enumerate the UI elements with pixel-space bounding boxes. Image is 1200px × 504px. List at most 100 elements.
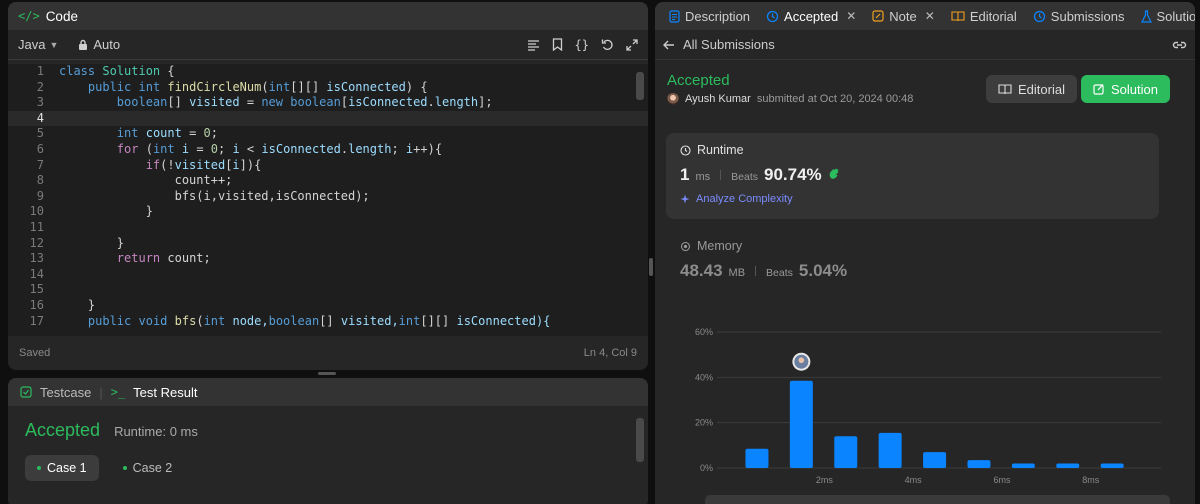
close-icon[interactable]: ✕ xyxy=(846,9,856,23)
case-tab-2[interactable]: Case 2 xyxy=(111,455,185,481)
document-icon xyxy=(669,9,680,23)
memory-value: 48.43 xyxy=(680,261,723,280)
terminal-icon: >_ xyxy=(110,385,126,399)
runtime-value: 1 xyxy=(680,165,690,184)
y-tick-label: 40% xyxy=(695,372,713,382)
close-icon[interactable]: ✕ xyxy=(925,9,935,23)
user-marker-face xyxy=(798,357,805,364)
test-panel-header: Testcase | >_ Test Result xyxy=(8,378,648,406)
code-scrollbar[interactable] xyxy=(636,72,644,100)
y-tick-label: 60% xyxy=(695,327,713,337)
clap-icon xyxy=(828,167,841,180)
chip-icon xyxy=(680,241,691,252)
chart-bar xyxy=(1056,463,1080,468)
reset-icon[interactable] xyxy=(601,38,614,52)
test-panel: Testcase | >_ Test Result Accepted Runti… xyxy=(8,378,648,504)
arrow-left-icon xyxy=(663,39,675,51)
code-line: 17 public void bfs(int node,boolean[] vi… xyxy=(29,313,551,328)
code-editor[interactable]: 1 class Solution { 2 public int findCircl… xyxy=(8,64,648,336)
code-line: 8 count++; xyxy=(36,173,233,188)
history-icon xyxy=(766,10,779,23)
tab-solutions[interactable]: Solutions xyxy=(1135,9,1195,24)
runtime-card[interactable]: Runtime 1 ms Beats 90.74% Analyze Comple… xyxy=(666,133,1159,219)
language-select[interactable]: Java ▼ xyxy=(18,37,58,52)
tab-testcase[interactable]: Testcase xyxy=(40,385,91,400)
save-status: Saved xyxy=(19,347,51,359)
sparkle-icon xyxy=(680,194,691,205)
checkbox-icon xyxy=(20,386,32,398)
auto-mode-toggle[interactable]: Auto xyxy=(78,37,120,52)
divider xyxy=(755,266,757,276)
code-line-active: 4 xyxy=(8,110,648,127)
bookmark-icon[interactable] xyxy=(552,38,563,52)
code-line: 1 class Solution { xyxy=(36,64,175,78)
braces-icon[interactable]: {} xyxy=(575,38,589,52)
horizontal-splitter[interactable] xyxy=(318,372,336,375)
memory-unit: MB xyxy=(728,267,746,279)
x-tick-label: 8ms xyxy=(1082,475,1100,485)
submission-subheader: All Submissions xyxy=(655,30,1195,60)
runtime-label: Runtime xyxy=(680,143,1145,157)
code-line: 5 int count = 0; xyxy=(36,126,218,141)
tab-accepted[interactable]: Accepted ✕ xyxy=(760,9,862,24)
back-to-submissions[interactable]: All Submissions xyxy=(663,37,775,52)
code-panel-title: Code xyxy=(45,8,78,24)
chart-bar xyxy=(967,460,991,468)
memory-card[interactable]: Memory 48.43 MB Beats 5.04% xyxy=(680,239,1160,281)
leetcode-workspace: </> Code Java ▼ Auto {} 1 class Solution… xyxy=(0,0,1200,504)
chart-range-bar[interactable] xyxy=(705,495,1170,504)
code-line: 9 bfs(i,visited,isConnected); xyxy=(36,188,370,203)
pass-dot xyxy=(122,466,127,470)
code-line: 16 } xyxy=(29,297,96,312)
pass-dot xyxy=(37,466,41,470)
runtime-beats-label: Beats xyxy=(731,171,758,183)
chart-bar xyxy=(1100,463,1124,468)
tab-description[interactable]: Description xyxy=(663,9,756,24)
tab-note[interactable]: Note ✕ xyxy=(866,9,941,24)
code-status-bar: Saved Ln 4, Col 9 xyxy=(8,336,648,370)
code-line: 15 xyxy=(29,282,44,297)
chart-bar xyxy=(834,436,858,468)
x-tick-label: 6ms xyxy=(993,475,1011,485)
vertical-splitter[interactable] xyxy=(649,258,653,276)
code-line: 13 return count; xyxy=(29,251,211,266)
link-icon[interactable] xyxy=(1172,39,1187,51)
result-status: Accepted xyxy=(25,420,101,440)
code-line: 14 xyxy=(29,266,44,281)
expand-icon[interactable] xyxy=(626,38,638,52)
result-runtime: Runtime: 0 ms xyxy=(114,424,198,439)
tab-test-result[interactable]: Test Result xyxy=(133,385,197,400)
memory-beats-value: 5.04% xyxy=(798,261,848,280)
code-line: 3 boolean[] visited = new boolean[isConn… xyxy=(36,95,493,110)
history-icon xyxy=(1033,10,1046,23)
username[interactable]: Ayush Kumar xyxy=(685,93,751,105)
tab-submissions[interactable]: Submissions xyxy=(1027,9,1131,24)
format-icon[interactable] xyxy=(527,38,540,52)
code-panel: </> Code Java ▼ Auto {} 1 class Solution… xyxy=(8,2,648,370)
x-tick-label: 4ms xyxy=(905,475,923,485)
auto-mode-label: Auto xyxy=(93,37,121,52)
chart-bar xyxy=(789,380,813,468)
code-line: 7 if(!visited[i]){ xyxy=(36,157,262,172)
editorial-button[interactable]: Editorial xyxy=(986,75,1077,103)
avatar[interactable] xyxy=(667,93,679,105)
tab-divider: | xyxy=(99,384,103,400)
code-line: 12 } xyxy=(29,235,125,250)
runtime-distribution-chart[interactable]: 0% 20% 40% 60% 2ms 4ms 6ms 8ms xyxy=(665,320,1180,500)
code-line: 2 public int findCircleNum(int[][] isCon… xyxy=(36,79,428,94)
language-label: Java xyxy=(18,37,46,52)
edit-icon xyxy=(1093,83,1105,95)
flask-icon xyxy=(1140,9,1152,23)
tab-editorial[interactable]: Editorial xyxy=(945,9,1023,24)
solution-button[interactable]: Solution xyxy=(1081,75,1170,103)
y-tick-label: 0% xyxy=(700,463,713,473)
test-scrollbar[interactable] xyxy=(636,418,644,462)
memory-label: Memory xyxy=(680,239,1160,253)
code-line: 6 for (int i = 0; i < isConnected.length… xyxy=(36,141,443,156)
analyze-complexity-link[interactable]: Analyze Complexity xyxy=(680,193,1145,205)
case-tab-1[interactable]: Case 1 xyxy=(25,455,99,481)
submission-panel: Description Accepted ✕ Note ✕ Editorial … xyxy=(655,2,1195,504)
chart-bar xyxy=(923,452,947,468)
chart-bar xyxy=(745,448,769,468)
result-summary: Accepted Runtime: 0 ms xyxy=(8,406,648,441)
